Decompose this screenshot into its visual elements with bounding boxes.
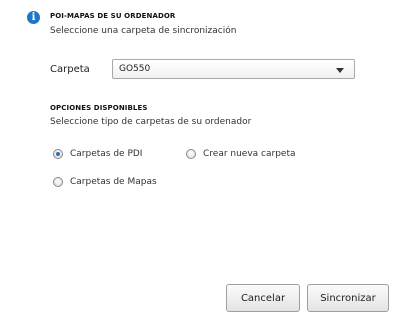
section-title-options: OPCIONES DISPONIBLES bbox=[50, 104, 148, 112]
info-icon: i bbox=[27, 11, 40, 24]
folder-select-value: GO550 bbox=[119, 64, 151, 74]
radio-poi-folders[interactable]: Carpetas de PDI bbox=[53, 149, 142, 159]
sync-panel: i POI-MAPAS DE SU ORDENADOR Seleccione u… bbox=[0, 0, 395, 319]
section-title-poi-maps: POI-MAPAS DE SU ORDENADOR bbox=[50, 12, 176, 20]
radio-new-folder[interactable]: Crear nueva carpeta bbox=[186, 149, 296, 159]
options-subtitle: Seleccione tipo de carpetas de su ordena… bbox=[50, 117, 252, 127]
section-subtitle: Seleccione una carpeta de sincronización bbox=[50, 26, 237, 36]
sync-button[interactable]: Sincronizar bbox=[307, 284, 389, 312]
radio-label: Carpetas de Mapas bbox=[70, 177, 157, 187]
radio-button[interactable] bbox=[53, 177, 63, 187]
radio-button[interactable] bbox=[186, 149, 196, 159]
radio-label: Carpetas de PDI bbox=[70, 149, 143, 159]
radio-button-checked[interactable] bbox=[53, 149, 63, 159]
chevron-down-icon[interactable] bbox=[336, 68, 344, 73]
radio-map-folders[interactable]: Carpetas de Mapas bbox=[53, 177, 157, 187]
cancel-button[interactable]: Cancelar bbox=[226, 284, 300, 312]
radio-label: Crear nueva carpeta bbox=[203, 149, 296, 159]
folder-select[interactable]: GO550 bbox=[112, 59, 355, 79]
folder-label: Carpeta bbox=[50, 64, 90, 75]
